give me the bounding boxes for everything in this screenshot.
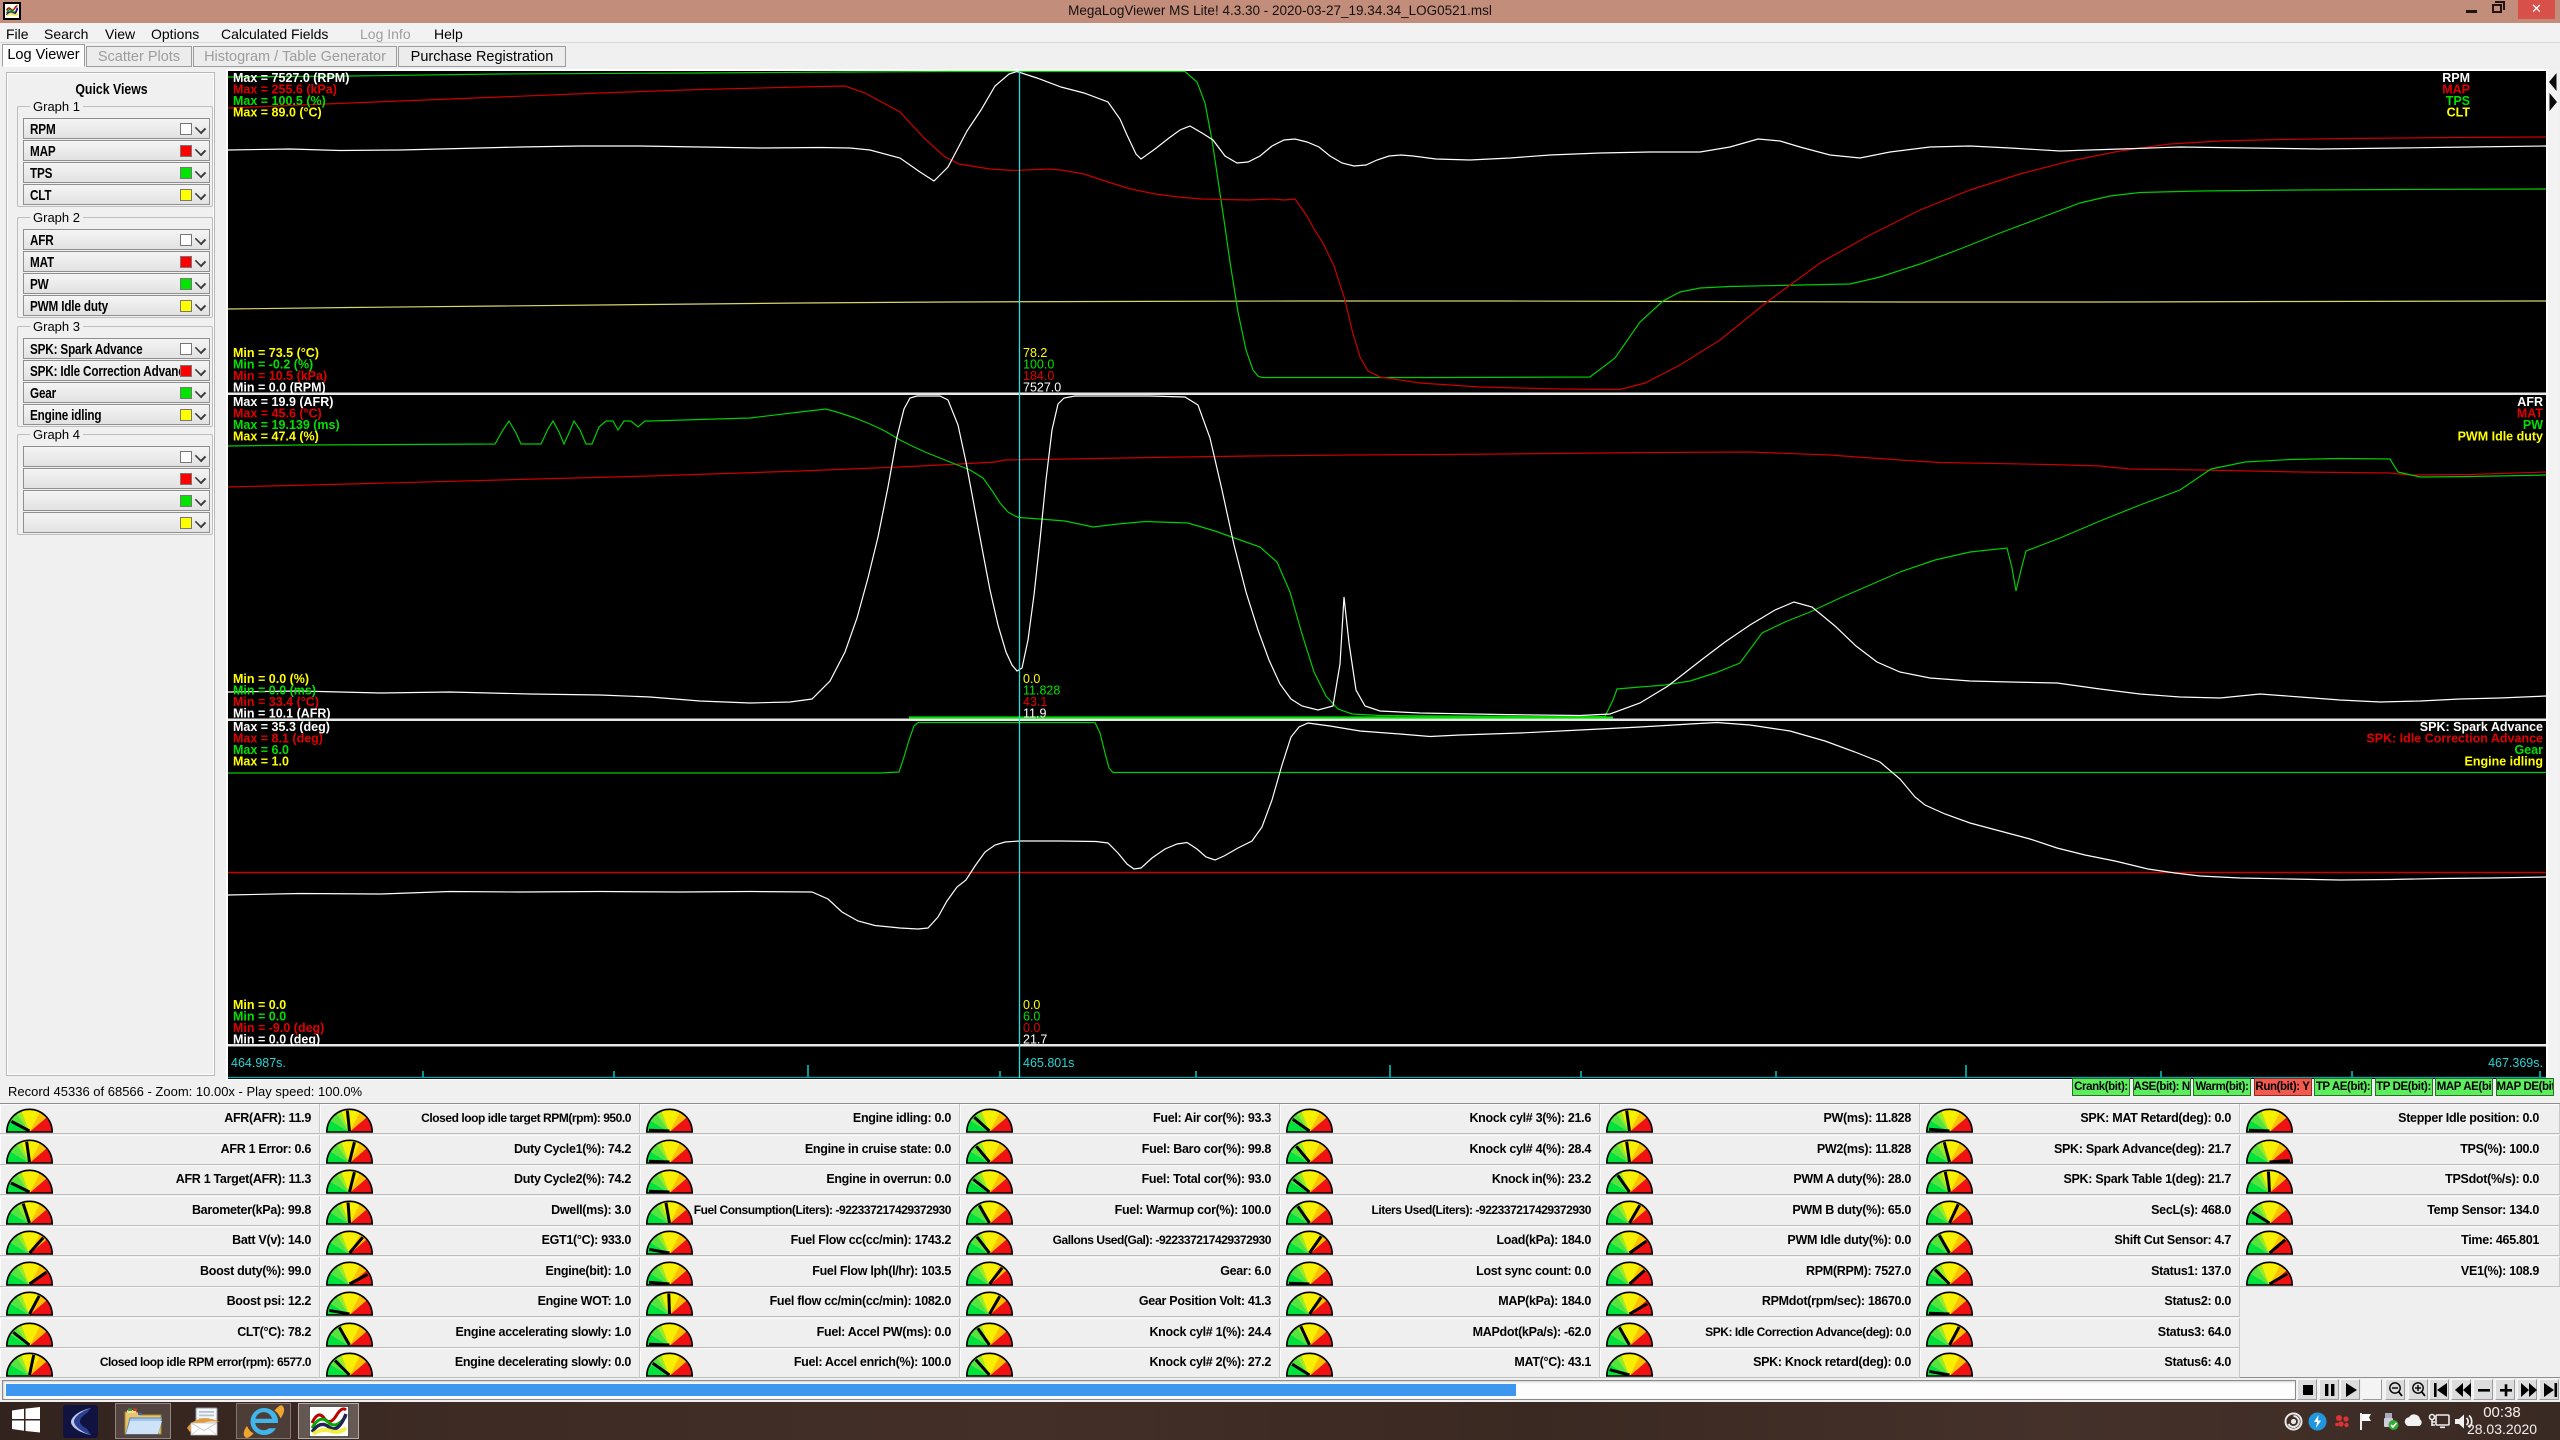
svg-text:464.987s.: 464.987s.	[231, 1056, 286, 1070]
svg-text:PWM Idle duty: PWM Idle duty	[2458, 430, 2543, 444]
svg-text:Min = 10.1 (AFR): Min = 10.1 (AFR)	[233, 707, 331, 721]
svg-text:Max = 1.0: Max = 1.0	[233, 755, 289, 769]
svg-text:7527.0: 7527.0	[1023, 381, 1061, 395]
svg-text:CLT: CLT	[2447, 106, 2471, 120]
svg-text:Engine idling: Engine idling	[2465, 755, 2543, 769]
svg-text:467.369s.: 467.369s.	[2488, 1056, 2543, 1070]
svg-text:465.801s: 465.801s	[1023, 1056, 1074, 1070]
svg-text:Min = 0.0 (RPM): Min = 0.0 (RPM)	[233, 381, 326, 395]
svg-text:Min = 0.0 (deg): Min = 0.0 (deg)	[233, 1033, 320, 1047]
svg-text:11.9: 11.9	[1023, 707, 1046, 721]
svg-text:Max = 47.4 (%): Max = 47.4 (%)	[233, 430, 319, 444]
svg-text:Max = 89.0 (°C): Max = 89.0 (°C)	[233, 106, 322, 120]
svg-text:21.7: 21.7	[1023, 1033, 1047, 1047]
